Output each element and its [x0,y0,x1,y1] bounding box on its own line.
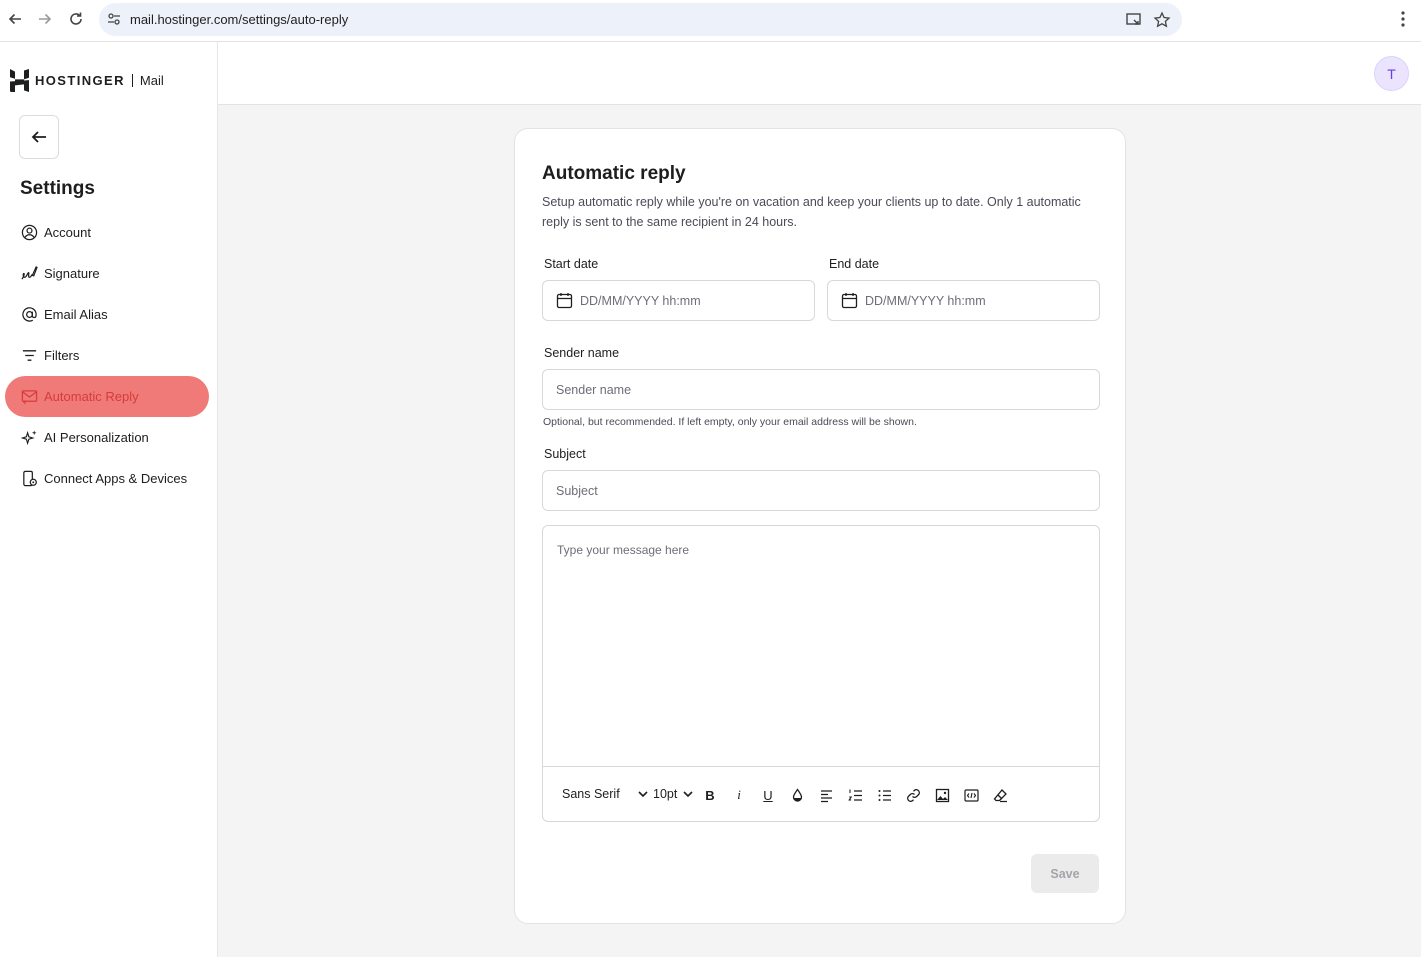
bullet-list-icon [878,789,891,801]
italic-button[interactable]: i [729,785,749,805]
forward-arrow-icon[interactable] [34,8,56,30]
back-arrow-icon[interactable] [4,8,26,30]
italic-icon: i [737,787,741,802]
sender-name-input[interactable]: Sender name [542,369,1100,410]
text-color-button[interactable] [787,785,807,805]
bold-icon: B [705,787,715,803]
editor-toolbar: Sans Serif 10pt B i U [543,766,1099,821]
end-date-placeholder: DD/MM/YYYY hh:mm [865,294,986,308]
top-header: T [218,42,1421,105]
sidebar-item-automatic-reply[interactable]: Automatic Reply [5,376,209,417]
bullet-list-button[interactable] [874,785,894,805]
page-description: Setup automatic reply while you're on va… [542,195,1081,229]
sidebar-item-label: Filters [44,348,80,363]
sidebar-item-ai-personalization[interactable]: AI Personalization [5,417,209,458]
mail-reply-icon [20,388,38,406]
browser-toolbar: mail.hostinger.com/settings/auto-reply [0,0,1421,42]
color-drop-icon [792,787,802,802]
sender-name-label: Sender name [544,346,620,360]
more-vert-icon[interactable] [1396,9,1410,29]
site-settings-icon[interactable] [106,11,122,27]
save-button[interactable]: Save [1031,854,1099,893]
start-date-label: Start date [544,257,599,271]
sidebar-item-label: Connect Apps & Devices [44,471,188,486]
sidebar-item-filters[interactable]: Filters [5,335,209,376]
subject-placeholder: Subject [556,484,598,498]
end-date-input[interactable]: DD/MM/YYYY hh:mm [827,280,1100,321]
address-bar[interactable]: mail.hostinger.com/settings/auto-reply [99,3,1182,36]
product-name: Mail [139,72,164,88]
settings-menu: Account Signature Email Alias Filters Au… [5,212,209,499]
sidebar-item-label: Account [44,225,91,240]
image-icon [935,788,949,802]
start-date-input[interactable]: DD/MM/YYYY hh:mm [542,280,815,321]
brand-separator [131,73,133,87]
sender-name-placeholder: Sender name [556,383,632,397]
cast-icon[interactable] [1125,11,1143,29]
signature-icon [20,265,38,283]
page-title: Automatic reply [542,163,686,184]
settings-sidebar: HOSTINGER Mail Settings Account Signatur… [0,42,218,957]
filter-icon [20,347,38,365]
main-content: Automatic reply Setup automatic reply wh… [218,105,1421,957]
reload-icon[interactable] [65,8,87,30]
sidebar-item-email-alias[interactable]: Email Alias [5,294,209,335]
sidebar-item-connect-apps[interactable]: Connect Apps & Devices [5,458,209,499]
avatar[interactable]: T [1374,56,1409,91]
sidebar-item-label: Email Alias [44,307,108,322]
device-connect-icon [20,470,38,488]
back-button[interactable] [19,115,59,159]
end-date-label: End date [829,257,880,271]
ordered-list-button[interactable] [845,785,865,805]
code-button[interactable] [961,785,981,805]
font-family-select[interactable]: Sans Serif [562,787,648,801]
account-circle-icon [20,224,38,242]
font-size-value: 10pt [653,787,678,801]
clear-format-button[interactable] [990,785,1010,805]
at-sign-icon [20,306,38,324]
font-size-select[interactable]: 10pt [653,787,693,801]
message-placeholder: Type your message here [557,543,690,557]
subject-label: Subject [544,447,586,461]
sidebar-item-label: Signature [44,266,100,281]
hostinger-logo-icon [10,68,29,92]
sparkle-icon [20,429,38,447]
sidebar-item-label: Automatic Reply [44,389,139,404]
underline-button[interactable]: U [758,785,778,805]
hostinger-logo[interactable]: HOSTINGER Mail [10,68,164,92]
bookmark-star-icon[interactable] [1153,11,1171,29]
settings-title: Settings [20,178,95,199]
calendar-icon [556,293,573,309]
arrow-left-icon [31,131,46,143]
font-family-value: Sans Serif [562,787,620,801]
align-left-icon [820,789,832,802]
link-icon [906,788,920,802]
align-button[interactable] [816,785,836,805]
sidebar-item-signature[interactable]: Signature [5,253,209,294]
brand-name: HOSTINGER [35,72,125,88]
chevron-down-icon [638,791,648,798]
bold-button[interactable]: B [700,785,720,805]
underline-icon: U [763,787,773,803]
code-icon [963,788,979,802]
start-date-placeholder: DD/MM/YYYY hh:mm [580,294,701,308]
subject-input[interactable]: Subject [542,470,1100,511]
image-button[interactable] [932,785,952,805]
ordered-list-icon [847,789,862,801]
sidebar-item-account[interactable]: Account [5,212,209,253]
eraser-icon [993,788,1007,802]
automatic-reply-card: Automatic reply Setup automatic reply wh… [514,128,1126,924]
chevron-down-icon [683,791,693,798]
link-button[interactable] [903,785,923,805]
message-editor[interactable]: Type your message here Sans Serif 10pt B… [542,525,1100,822]
sidebar-item-label: AI Personalization [44,430,149,445]
sender-name-hint: Optional, but recommended. If left empty… [543,416,917,428]
url-text[interactable]: mail.hostinger.com/settings/auto-reply [130,12,348,27]
calendar-icon [841,293,858,309]
